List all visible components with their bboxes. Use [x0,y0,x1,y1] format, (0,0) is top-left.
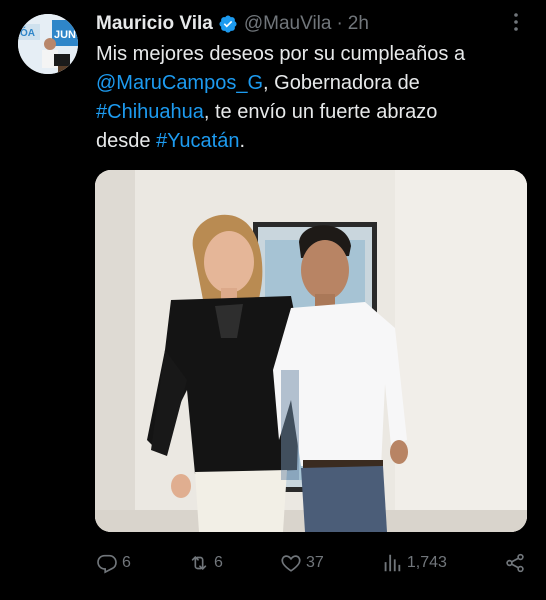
views-icon [384,554,401,572]
tweet-text-line-2: @MaruCampos_G, Gobernadora de [96,69,536,98]
mention-link[interactable]: @MaruCampos_G [96,72,263,94]
like-button[interactable]: 37 [280,552,324,574]
photo-image [95,170,527,532]
retweet-icon [191,556,207,570]
author-handle[interactable]: @MauVila [244,13,332,35]
avatar-sign-right: JUN [54,29,76,41]
verified-badge-icon [219,15,237,33]
like-count: 37 [305,554,324,571]
share-button[interactable] [504,552,526,574]
tweet-text-fragment: . [239,130,246,152]
views-button[interactable]: 1,743 [381,552,447,574]
tweet-text-fragment: , te envío un fuerte abrazo [203,101,438,123]
retweet-count: 6 [213,554,223,571]
tweet-text-line-3: #Chihuahua, te envío un fuerte abrazo [96,98,536,127]
tweet-text-fragment: desde [96,130,157,152]
separator-dot: · [336,13,343,34]
hashtag-yucatan[interactable]: #Yucatán [156,130,239,152]
reply-button[interactable]: 6 [96,552,131,574]
views-count: 1,743 [406,554,447,571]
retweet-button[interactable]: 6 [188,552,223,574]
author-avatar[interactable]: ÓA JUN [18,14,78,74]
tweet-text-fragment: , Gobernadora de [263,72,420,94]
reply-count: 6 [122,554,131,571]
tweet-text: Mis mejores deseos por su cumpleaños a @… [96,40,536,156]
hashtag-chihuahua[interactable]: #Chihuahua [96,101,204,123]
tweet-photo[interactable] [95,170,527,532]
avatar-image: ÓA JUN [18,14,78,74]
heart-icon [281,555,301,572]
author-name[interactable]: Mauricio Vila [96,13,213,35]
more-options-icon[interactable] [504,10,528,36]
tweet-text-line-1: Mis mejores deseos por su cumpleaños a [96,43,466,65]
tweet-header: Mauricio Vila @MauVila · 2h [96,10,526,38]
tweet-time[interactable]: 2h [348,13,369,35]
tweet-text-line-4: desde #Yucatán. [96,127,536,156]
share-icon [506,553,524,573]
avatar-sign-left: ÓA [20,26,35,39]
reply-icon [97,554,117,574]
tweet-actions: 6 6 37 1,743 [96,548,526,578]
